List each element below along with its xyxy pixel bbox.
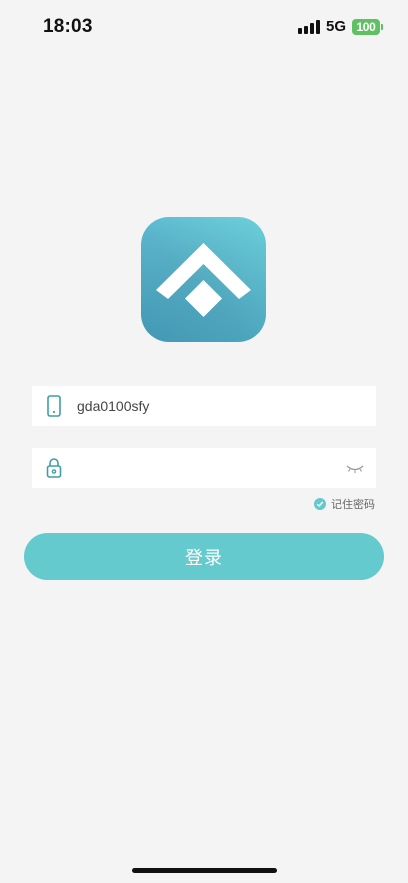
- password-field: [32, 448, 376, 488]
- battery-level: 100: [356, 19, 376, 34]
- phone-icon: [47, 395, 61, 417]
- app-logo-icon: [141, 217, 266, 342]
- login-button[interactable]: 登录: [24, 533, 384, 580]
- network-type: 5G: [325, 18, 346, 35]
- status-time: 18:03: [43, 16, 93, 37]
- signal-bars-icon: [297, 19, 320, 34]
- status-indicators: 5G 100: [297, 18, 383, 35]
- app-logo: [141, 217, 266, 342]
- check-circle-icon[interactable]: [314, 498, 326, 510]
- remember-password-toggle[interactable]: 记住密码: [314, 496, 375, 512]
- account-input[interactable]: [77, 386, 337, 426]
- battery-icon: 100: [352, 18, 383, 35]
- eye-closed-icon[interactable]: [346, 461, 364, 475]
- account-field: [32, 386, 376, 426]
- home-indicator: [132, 868, 277, 873]
- lock-icon: [46, 458, 62, 478]
- password-input[interactable]: [77, 448, 337, 488]
- remember-password-label: 记住密码: [331, 499, 375, 511]
- checkmark-icon: [316, 501, 324, 507]
- status-bar: 18:03 5G 100: [0, 0, 408, 56]
